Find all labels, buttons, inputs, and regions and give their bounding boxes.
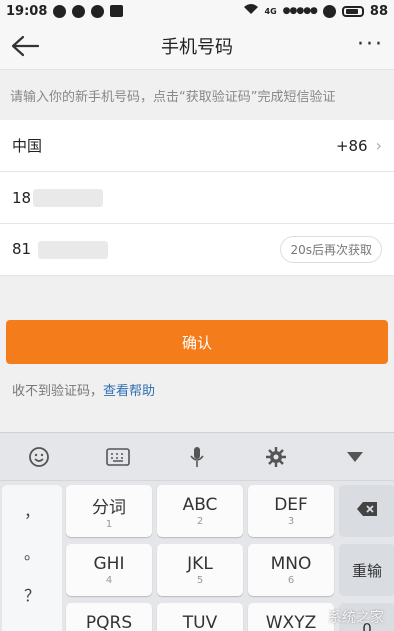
title-bar: 手机号码 ··· [0, 22, 394, 70]
collapse-keyboard-icon[interactable] [337, 439, 373, 475]
alarm-icon [322, 4, 336, 18]
message-icon [91, 4, 105, 18]
infinity-icon [53, 4, 67, 18]
key-1[interactable]: 分词 1 [66, 485, 152, 537]
punctuation-key[interactable]: ！ [24, 617, 40, 631]
phone-number-value: 18 [12, 188, 32, 207]
key-2[interactable]: ABC 2 [157, 485, 243, 537]
punctuation-key[interactable]: ， [24, 491, 40, 533]
punctuation-key[interactable]: ？ [24, 575, 40, 617]
key-6[interactable]: MNO 6 [248, 544, 334, 596]
battery-level: 88 [369, 3, 388, 19]
redacted-mask [33, 188, 104, 207]
status-bar: 19:08 4G ●●●●● 88 [0, 0, 394, 22]
delete-key[interactable] [339, 485, 394, 537]
phone-number-field[interactable]: 18 [0, 172, 394, 224]
resend-code-button[interactable]: 20s后再次获取 [280, 236, 382, 263]
country-name: 中国 [12, 137, 43, 155]
battery-icon [341, 5, 364, 17]
chevron-right-icon: › [375, 136, 382, 155]
app-notification-icon [72, 4, 86, 18]
watermark: 系统之家 [328, 610, 384, 626]
key-8[interactable]: TUV8 [157, 603, 243, 631]
key-3[interactable]: DEF 3 [248, 485, 334, 537]
settings-gear-icon[interactable] [258, 439, 294, 475]
redacted-mask [37, 240, 108, 259]
reenter-key[interactable]: 重输 [339, 544, 394, 596]
punctuation-key[interactable]: 。 [24, 533, 40, 575]
network-type: 4G [264, 6, 277, 16]
status-time: 19:08 [6, 3, 48, 19]
help-line: 收不到验证码，查看帮助 [0, 364, 394, 415]
keyboard-icon[interactable] [100, 439, 136, 475]
emoji-icon[interactable] [21, 439, 57, 475]
help-text: 收不到验证码， [12, 384, 104, 399]
punctuation-column[interactable]: ， 。 ？ ！ [2, 485, 62, 631]
key-7[interactable]: PQRS7 [66, 603, 152, 631]
country-code: +86 [335, 136, 368, 155]
key-5[interactable]: JKL 5 [157, 544, 243, 596]
backspace-icon [356, 501, 378, 521]
page-title: 手机号码 [161, 36, 233, 58]
confirm-button[interactable]: 确认 [6, 320, 388, 364]
wifi-icon [243, 3, 259, 19]
keyboard-toolbar [0, 433, 394, 481]
microphone-icon[interactable] [179, 439, 215, 475]
key-4[interactable]: GHI 4 [66, 544, 152, 596]
instruction-text: 请输入你的新手机号码，点击“获取验证码”完成短信验证 [10, 89, 336, 105]
verification-code-value: 81 [12, 240, 32, 259]
verification-code-field[interactable]: 81 20s后再次获取 [0, 224, 394, 276]
image-icon [110, 5, 124, 17]
country-selector[interactable]: 中国 +86 › [0, 120, 394, 172]
key-9[interactable]: WXYZ9 [248, 603, 334, 631]
help-link[interactable]: 查看帮助 [103, 384, 155, 399]
signal-icon: ●●●●● [282, 6, 318, 16]
more-options-icon[interactable]: ··· [357, 32, 384, 57]
keyboard: ， 。 ？ ！ 分词1 ABC2 DEF3 GHI4 JKL5 MNO6 PQR… [0, 432, 394, 631]
back-arrow-icon[interactable] [10, 34, 40, 58]
